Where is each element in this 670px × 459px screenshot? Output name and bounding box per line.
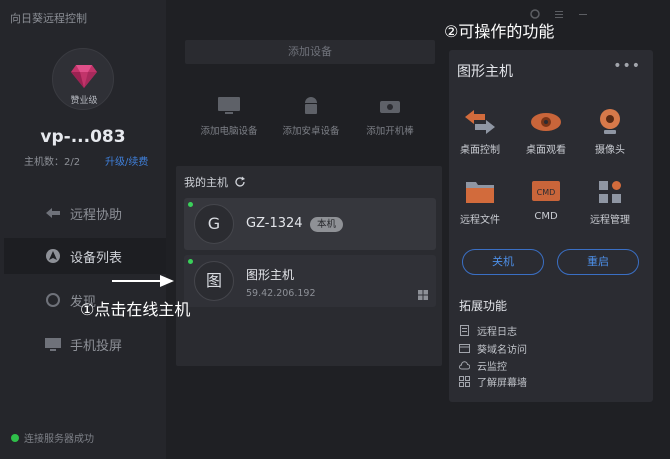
host-avatar: 图 (194, 261, 234, 301)
sidebar: 向日葵远程控制 赞业级 vp-...083 主机数：2/2 升级/续费 远程协助… (0, 0, 166, 459)
status-text: 连接服务器成功 (24, 434, 94, 445)
callout-step1: ①点击在线主机 (80, 300, 191, 319)
add-power-stick[interactable]: 添加开机棒 (350, 95, 430, 137)
host-ip: 59.42.206.192 (246, 288, 316, 299)
function-panel: 图形主机 ••• 桌面控制 桌面观看 摄像头 远程文件 CMD CMD 远程管理… (449, 50, 653, 402)
ext-label: 了解屏幕墙 (477, 378, 527, 389)
ext-remote-log[interactable]: 远程日志 (459, 323, 517, 338)
quick-label: 添加开机棒 (366, 126, 414, 137)
cloud-icon (459, 361, 470, 370)
func-label: 远程管理 (590, 215, 630, 226)
func-label: 远程文件 (460, 215, 500, 226)
sidebar-item-phone-cast[interactable]: 手机投屏 (4, 326, 166, 362)
refresh-icon[interactable] (234, 176, 246, 188)
camera-icon (600, 109, 620, 134)
desktop-view[interactable]: 桌面观看 (513, 108, 579, 156)
host-count: 主机数：2/2 (24, 157, 81, 168)
sidebar-item-device-list[interactable]: 设备列表 (4, 238, 166, 274)
device-list-icon (46, 249, 60, 263)
sidebar-item-label: 设备列表 (70, 250, 123, 266)
host-card-gz-1324[interactable]: G GZ-1324 本机 (184, 198, 436, 250)
vip-avatar[interactable]: 赞业级 (52, 48, 114, 110)
shutdown-button[interactable]: 关机 (462, 249, 544, 275)
log-icon (460, 325, 469, 336)
add-android-device[interactable]: 添加安卓设备 (271, 95, 351, 137)
svg-text:CMD: CMD (537, 188, 556, 197)
add-device-button[interactable]: 添加设备 (185, 40, 435, 64)
host-list-panel: 我的主机 G GZ-1324 本机 图 图形主机 59.42.206.192 (176, 166, 442, 366)
power-stick-icon (380, 101, 400, 113)
minimize-icon[interactable] (578, 9, 588, 19)
camera[interactable]: 摄像头 (577, 108, 643, 156)
gem-icon (71, 65, 97, 88)
desktop-control[interactable]: 桌面控制 (447, 108, 513, 156)
app-window: 向日葵远程控制 赞业级 vp-...083 主机数：2/2 升级/续费 远程协助… (0, 0, 670, 459)
local-badge: 本机 (310, 217, 344, 232)
menu-icon[interactable] (554, 9, 564, 19)
quick-label: 添加安卓设备 (282, 126, 340, 137)
func-label: CMD (534, 211, 558, 222)
ext-screen-wall[interactable]: 了解屏幕墙 (459, 374, 527, 389)
ext-label: 远程日志 (477, 327, 517, 338)
sidebar-item-remote-assist[interactable]: 远程协助 (4, 195, 166, 231)
add-pc-device[interactable]: 添加电脑设备 (189, 95, 269, 137)
host-card-graphics[interactable]: 图 图形主机 59.42.206.192 (184, 255, 436, 307)
phone-cast-icon (45, 338, 61, 351)
more-icon[interactable]: ••• (613, 58, 641, 74)
sidebar-item-label: 手机投屏 (70, 338, 123, 354)
app-title: 向日葵远程控制 (10, 12, 87, 25)
cmd[interactable]: CMD CMD (513, 178, 579, 222)
extension-title: 拓展功能 (459, 299, 508, 313)
device-id: vp-...083 (40, 127, 126, 147)
online-indicator (188, 202, 193, 207)
host-name: GZ-1324 (246, 216, 303, 231)
screen-wall-icon (459, 376, 470, 387)
android-icon (305, 97, 317, 114)
domain-icon (459, 344, 470, 353)
remote-file[interactable]: 远程文件 (447, 178, 513, 226)
host-list-title: 我的主机 (184, 174, 246, 190)
online-indicator (188, 259, 193, 264)
sidebar-item-label: 远程协助 (70, 207, 123, 223)
discover-icon (46, 293, 60, 307)
upgrade-link[interactable]: 升级/续费 (105, 153, 148, 168)
ext-label: 云监控 (477, 362, 507, 373)
remote-manage[interactable]: 远程管理 (577, 178, 643, 226)
desktop-control-icon (465, 110, 495, 134)
host-list-title-text: 我的主机 (184, 176, 228, 189)
folder-icon (466, 182, 494, 203)
arrow-icon (112, 275, 174, 287)
quick-label: 添加电脑设备 (200, 126, 258, 137)
monitor-icon (218, 97, 240, 114)
connection-status: 连接服务器成功 (11, 430, 94, 445)
eye-icon (531, 113, 561, 131)
ext-label: 葵域名访问 (477, 345, 527, 356)
function-panel-title: 图形主机 (457, 64, 513, 80)
func-label: 摄像头 (595, 145, 625, 156)
func-label: 桌面观看 (526, 145, 566, 156)
func-label: 桌面控制 (460, 145, 500, 156)
remote-assist-icon (46, 208, 60, 218)
ext-cloud-monitor[interactable]: 云监控 (459, 358, 507, 373)
host-avatar: G (194, 204, 234, 244)
restart-button[interactable]: 重启 (557, 249, 639, 275)
vip-label: 赞业级 (70, 96, 98, 106)
windows-icon (418, 290, 428, 300)
status-dot (11, 433, 19, 442)
host-name: 图形主机 (246, 268, 295, 282)
cmd-icon: CMD (532, 181, 560, 201)
ext-domain-access[interactable]: 葵域名访问 (459, 341, 527, 356)
manage-icon (599, 181, 621, 203)
callout-step2: ②可操作的功能 (444, 22, 555, 41)
